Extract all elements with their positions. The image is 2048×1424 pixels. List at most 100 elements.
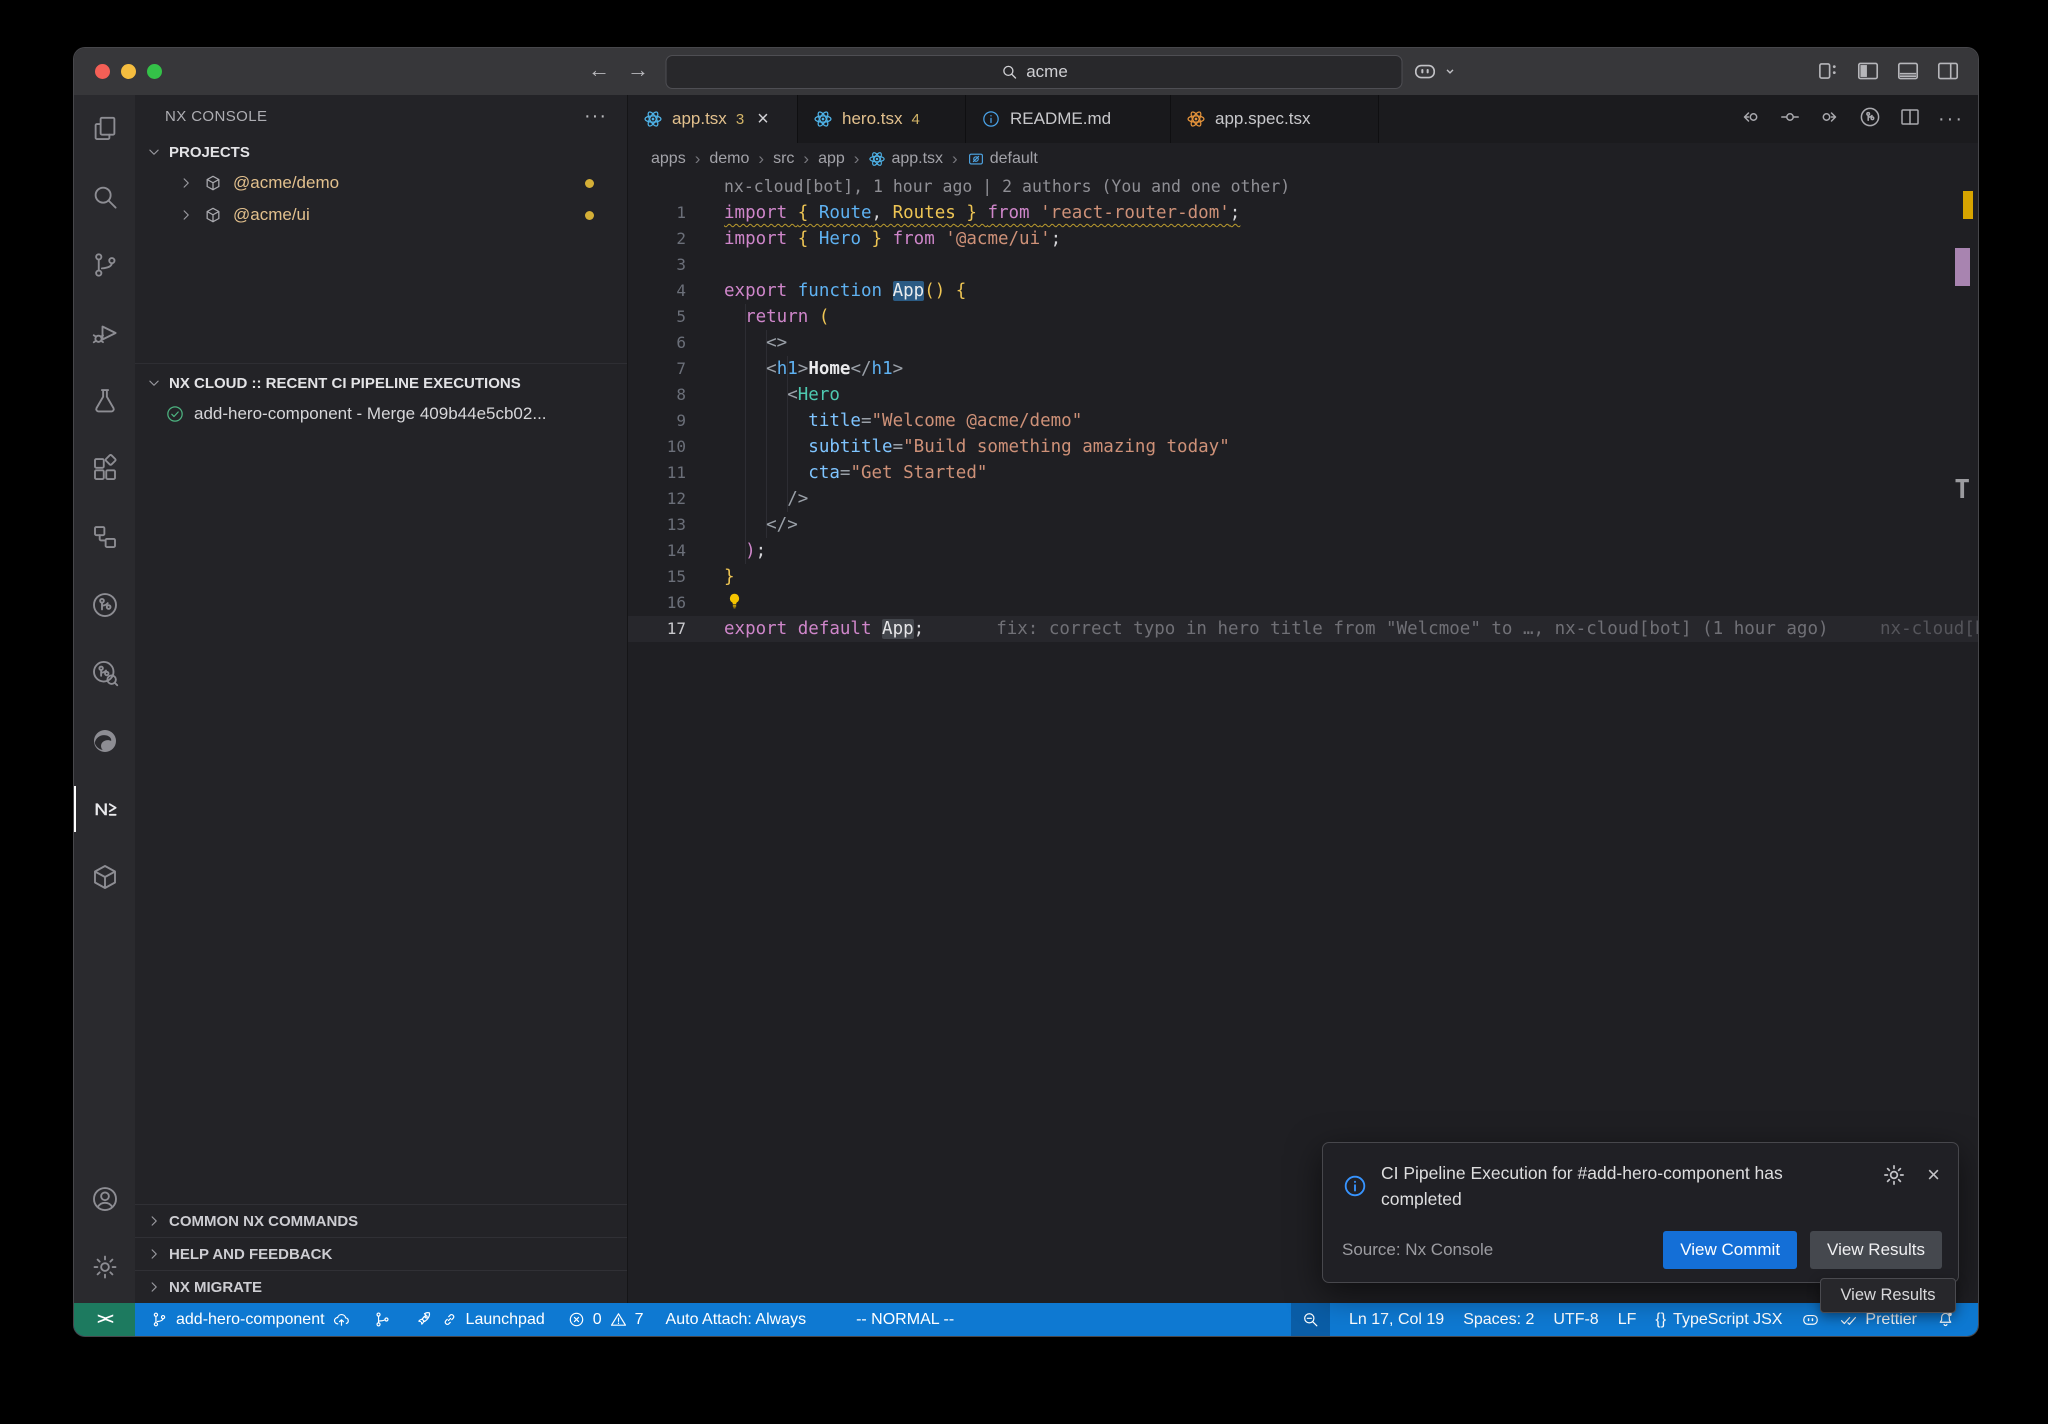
line-number[interactable]: 6 [628,330,724,356]
toggle-secondary-sidebar-icon[interactable] [1935,58,1961,84]
line-number[interactable]: 10 [628,434,724,460]
line-number[interactable]: 8 [628,382,724,408]
view-results-button[interactable]: View Results [1810,1231,1942,1269]
close-icon[interactable]: × [757,108,769,131]
line-number[interactable]: 7 [628,356,724,382]
code-line-1[interactable]: 1import { Route, Routes } from 'react-ro… [628,200,1978,226]
status-source-control-graph[interactable] [373,1310,392,1329]
activity-nx-console[interactable] [74,775,135,843]
code-line-14[interactable]: 14 ); [628,538,1978,564]
line-number[interactable]: 15 [628,564,724,590]
activity-remote-explorer[interactable] [74,503,135,571]
editor-action-open-change[interactable] [1778,105,1802,134]
minimize-window-button[interactable] [121,64,136,79]
activity-containers[interactable] [74,843,135,911]
status-zoom-indicator[interactable] [1291,1303,1330,1336]
activity-source-control[interactable] [74,231,135,299]
code-line-4[interactable]: 4export function App() { [628,278,1978,304]
code-line-16[interactable]: 16 [628,590,1978,616]
status-language-mode[interactable]: {}TypeScript JSX [1655,1311,1782,1329]
code-line-17[interactable]: 17nx-cloud[bexport default App;fix: corr… [628,616,1978,642]
navigate-forward-icon[interactable]: → [623,57,653,83]
activity-gitlens[interactable] [74,571,135,639]
code-line-9[interactable]: 9 title="Welcome @acme/demo" [628,408,1978,434]
tab-app.spec.tsx[interactable]: app.spec.tsx [1171,95,1379,143]
section-header[interactable]: PROJECTS [135,137,627,167]
line-number[interactable]: 1 [628,200,724,226]
breadcrumb-item-apps[interactable]: apps [651,150,686,168]
code-line-12[interactable]: 12 /> [628,486,1978,512]
status-problems[interactable]: 07 [567,1310,644,1329]
activity-accounts[interactable] [74,1165,135,1233]
tab-README.md[interactable]: README.md [966,95,1171,143]
line-number[interactable]: 13 [628,512,724,538]
code-line-7[interactable]: 7 <h1>Home</h1> [628,356,1978,382]
status-indentation[interactable]: Spaces: 2 [1463,1311,1534,1329]
status-auto-attach[interactable]: Auto Attach: Always [666,1311,807,1329]
breadcrumb-item-app.tsx[interactable]: app.tsx [868,150,943,168]
breadcrumb-item-app[interactable]: app [818,150,845,168]
breadcrumb-item-demo[interactable]: demo [709,150,749,168]
code-line-5[interactable]: 5 return ( [628,304,1978,330]
command-center-search[interactable]: acme [666,55,1403,89]
code-line-15[interactable]: 15} [628,564,1978,590]
status-encoding[interactable]: UTF-8 [1553,1311,1598,1329]
toggle-panel-icon[interactable] [1895,58,1921,84]
copilot-menu[interactable] [1412,58,1459,84]
status-eol[interactable]: LF [1618,1311,1637,1329]
activity-edge-tools[interactable] [74,707,135,775]
line-number[interactable]: 5 [628,304,724,330]
view-commit-button[interactable]: View Commit [1663,1231,1797,1269]
code-line-13[interactable]: 13 </> [628,512,1978,538]
list-item[interactable]: @acme/demo [135,167,627,199]
status-launchpad[interactable]: Launchpad [414,1310,545,1329]
code-line-3[interactable]: 3 [628,252,1978,278]
section-header-common-nx-commands[interactable]: COMMON NX COMMANDS [135,1204,627,1237]
line-number[interactable]: 9 [628,408,724,434]
line-number[interactable]: 2 [628,226,724,252]
activity-search[interactable] [74,163,135,231]
breadcrumb-item-src[interactable]: src [773,150,794,168]
status-vim-mode[interactable]: -- NORMAL -- [856,1311,954,1329]
editor-action-split-editor[interactable] [1898,105,1922,134]
editor-action-next-change[interactable] [1818,105,1842,134]
code-line-8[interactable]: 8 <Hero [628,382,1978,408]
activity-explorer[interactable] [74,95,135,163]
code-line-6[interactable]: 6 <> [628,330,1978,356]
activity-settings[interactable] [74,1233,135,1301]
list-item[interactable]: add-hero-component - Merge 409b44e5cb02.… [135,398,627,430]
status-cursor-position[interactable]: Ln 17, Col 19 [1349,1311,1444,1329]
customize-layout-icon[interactable] [1815,58,1841,84]
line-number[interactable]: 14 [628,538,724,564]
code-line-11[interactable]: 11 cta="Get Started" [628,460,1978,486]
line-number[interactable]: 17 [628,616,724,642]
tab-hero.tsx[interactable]: hero.tsx4 [798,95,966,143]
editor-action-timeline[interactable] [1858,105,1882,134]
line-number[interactable]: 4 [628,278,724,304]
activity-extensions[interactable] [74,435,135,503]
activity-testing[interactable] [74,367,135,435]
section-header[interactable]: NX CLOUD :: RECENT CI PIPELINE EXECUTION… [135,368,627,398]
line-number[interactable]: 3 [628,252,724,278]
notification-settings-gear-icon[interactable] [1881,1162,1907,1188]
code-line-2[interactable]: 2import { Hero } from '@acme/ui'; [628,226,1978,252]
remote-indicator[interactable]: >< [74,1303,135,1336]
activity-gitlens-inspect[interactable] [74,639,135,707]
status-copilot[interactable] [1801,1310,1820,1329]
activity-run-and-debug[interactable] [74,299,135,367]
editor-action-previous-change[interactable] [1738,105,1762,134]
code-line-10[interactable]: 10 subtitle="Build something amazing tod… [628,434,1978,460]
section-header-nx-migrate[interactable]: NX MIGRATE [135,1270,627,1303]
navigate-back-icon[interactable]: ← [584,57,614,83]
list-item[interactable]: @acme/ui [135,199,627,231]
zoom-window-button[interactable] [147,64,162,79]
editor-action-more-actions[interactable]: ··· [1938,108,1964,131]
status-git-branch[interactable]: add-hero-component [150,1310,351,1329]
more-actions-icon[interactable]: ··· [584,105,607,128]
line-number[interactable]: 16 [628,590,724,616]
toggle-primary-sidebar-icon[interactable] [1855,58,1881,84]
close-window-button[interactable] [95,64,110,79]
code-editor[interactable]: nx-cloud[bot], 1 hour ago | 2 authors (Y… [628,174,1978,1303]
notification-close-icon[interactable]: × [1927,1162,1940,1188]
line-number[interactable]: 11 [628,460,724,486]
